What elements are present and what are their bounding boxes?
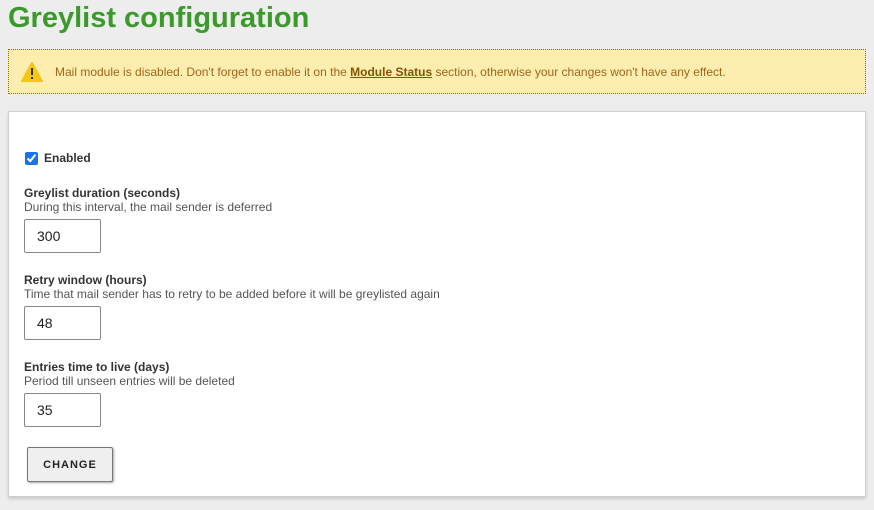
change-button[interactable]: CHANGE bbox=[27, 447, 113, 482]
warning-text: Mail module is disabled. Don't forget to… bbox=[55, 65, 726, 79]
module-status-link[interactable]: Module Status bbox=[350, 65, 432, 79]
warning-icon bbox=[21, 61, 43, 82]
enabled-label: Enabled bbox=[44, 151, 91, 165]
warning-text-after: section, otherwise your changes won't ha… bbox=[432, 64, 726, 79]
field-help: Period till unseen entries will be delet… bbox=[24, 374, 235, 388]
field-label: Entries time to live (days) bbox=[24, 360, 170, 374]
greylist-duration-field: Greylist duration (seconds) During this … bbox=[24, 186, 272, 253]
entries-ttl-input[interactable] bbox=[24, 393, 101, 427]
field-help: During this interval, the mail sender is… bbox=[24, 200, 273, 214]
greylist-duration-input[interactable] bbox=[24, 219, 101, 253]
page-title: Greylist configuration bbox=[8, 2, 310, 34]
entries-ttl-field: Entries time to live (days) Period till … bbox=[24, 360, 235, 427]
greylist-form-panel: Enabled Greylist duration (seconds) Duri… bbox=[8, 111, 866, 497]
field-help: Time that mail sender has to retry to be… bbox=[24, 287, 440, 301]
warning-banner: Mail module is disabled. Don't forget to… bbox=[8, 49, 866, 94]
retry-window-input[interactable] bbox=[24, 306, 101, 340]
enabled-checkbox-row: Enabled bbox=[25, 151, 91, 165]
warning-text-before: Mail module is disabled. Don't forget to… bbox=[55, 64, 351, 79]
retry-window-field: Retry window (hours) Time that mail send… bbox=[24, 273, 440, 340]
enabled-checkbox[interactable] bbox=[25, 151, 38, 165]
field-label: Greylist duration (seconds) bbox=[24, 186, 181, 200]
field-label: Retry window (hours) bbox=[24, 273, 147, 287]
